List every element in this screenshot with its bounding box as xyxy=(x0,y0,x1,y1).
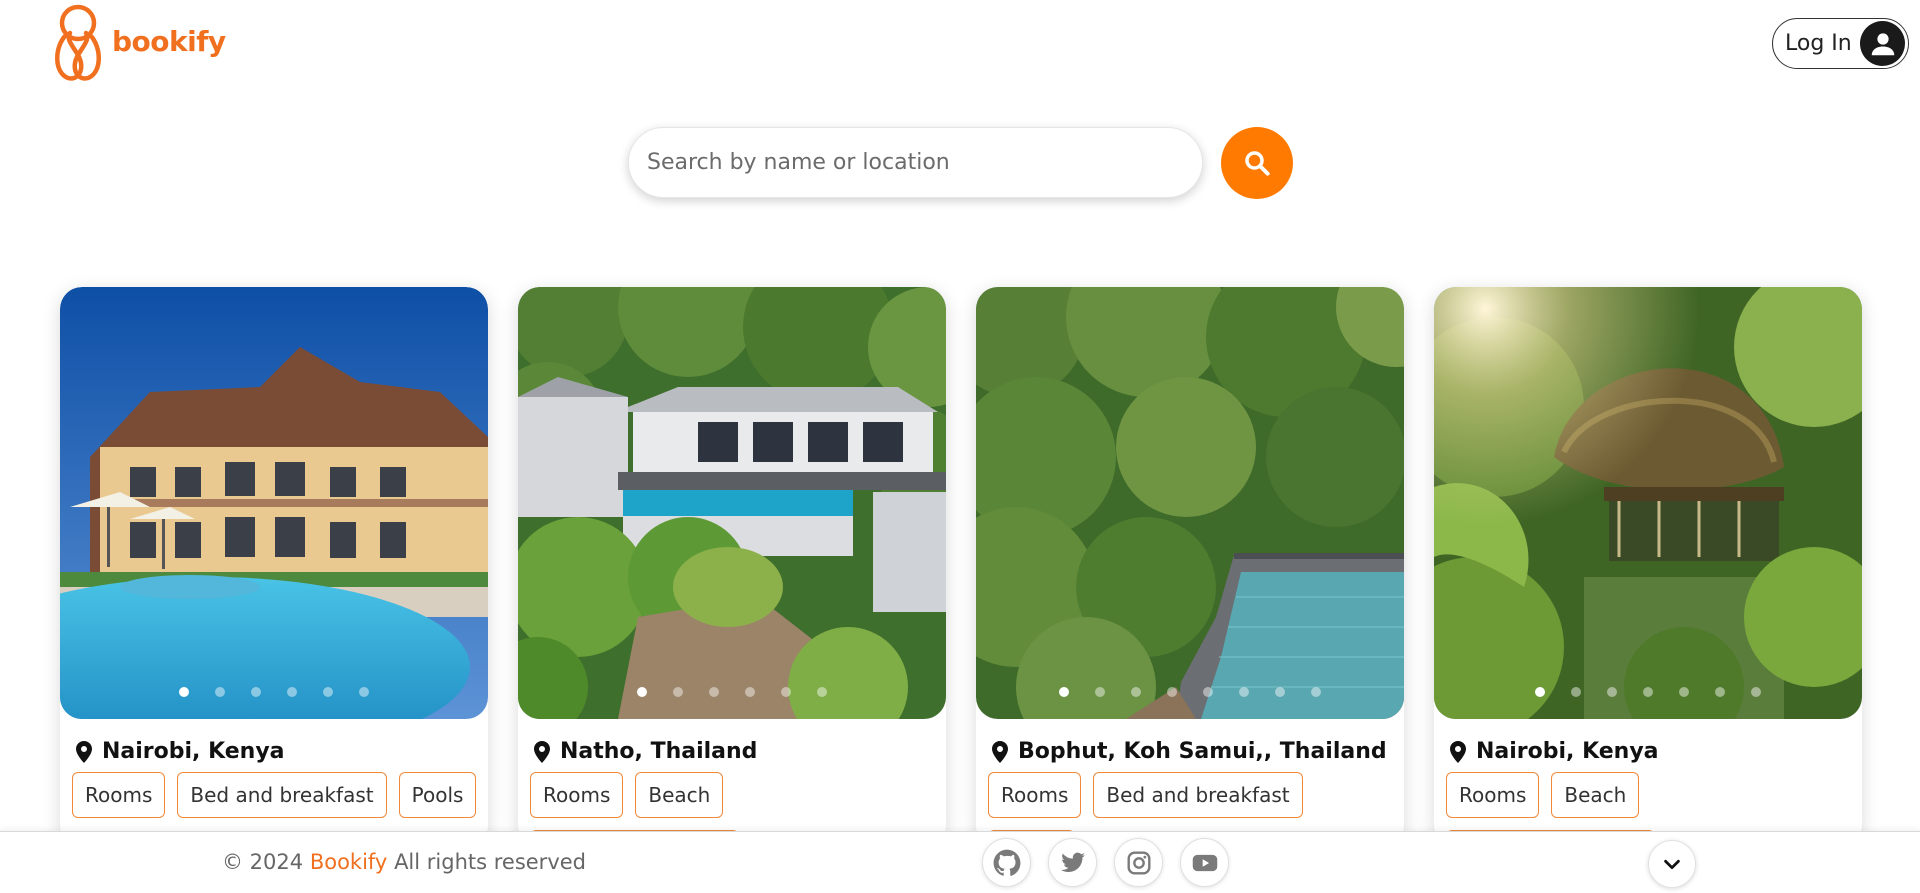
instagram-link[interactable] xyxy=(1114,838,1163,887)
brand-name: bookify xyxy=(112,24,226,58)
amenity-tag[interactable]: Rooms xyxy=(988,772,1082,818)
amenity-tag[interactable]: Rooms xyxy=(530,772,624,818)
location-text: Nairobi, Kenya xyxy=(102,739,285,764)
listing-image-carousel[interactable] xyxy=(976,287,1404,719)
carousel-dot[interactable] xyxy=(1751,687,1761,697)
carousel-dot[interactable] xyxy=(1239,687,1249,697)
location-pin-icon xyxy=(992,740,1008,763)
youtube-icon xyxy=(1192,854,1217,871)
copyright-year: © 2024 xyxy=(222,850,304,874)
chevron-down-icon xyxy=(1664,859,1680,870)
login-label: Log In xyxy=(1785,31,1852,56)
carousel-dot[interactable] xyxy=(215,687,225,697)
carousel-dot[interactable] xyxy=(1203,687,1213,697)
carousel-dot[interactable] xyxy=(1607,687,1617,697)
listing-cards: Nairobi, Kenya Rooms Bed and breakfast Poo… xyxy=(60,287,1862,847)
social-links xyxy=(982,838,1229,887)
carousel-dots xyxy=(60,687,488,697)
amenity-tag[interactable]: Bed and breakfast xyxy=(177,772,387,818)
carousel-dot[interactable] xyxy=(637,687,647,697)
twitter-link[interactable] xyxy=(1048,838,1097,887)
copyright-text: All rights reserved xyxy=(394,850,586,874)
bookify-logo-icon xyxy=(55,4,101,81)
listing-photo xyxy=(518,287,946,719)
location-pin-icon xyxy=(1450,740,1466,763)
carousel-dot[interactable] xyxy=(745,687,755,697)
search-input[interactable] xyxy=(647,150,1202,175)
carousel-dot[interactable] xyxy=(673,687,683,697)
carousel-dot[interactable] xyxy=(1311,687,1321,697)
carousel-dot[interactable] xyxy=(1095,687,1105,697)
carousel-dots xyxy=(1434,687,1862,697)
carousel-dot[interactable] xyxy=(359,687,369,697)
location-text: Bophut, Koh Samui,, Thailand xyxy=(1018,739,1387,764)
carousel-dot[interactable] xyxy=(1535,687,1545,697)
carousel-dot[interactable] xyxy=(1643,687,1653,697)
listing-location: Nairobi, Kenya xyxy=(76,739,285,764)
copyright-brand-link[interactable]: Bookify xyxy=(310,850,388,874)
carousel-dot[interactable] xyxy=(1131,687,1141,697)
amenity-tag[interactable]: Beach xyxy=(635,772,724,818)
carousel-dot[interactable] xyxy=(323,687,333,697)
user-icon xyxy=(1860,21,1905,66)
listing-photo xyxy=(976,287,1404,719)
amenity-tag[interactable]: Rooms xyxy=(1446,772,1540,818)
search-icon xyxy=(1245,151,1270,176)
listing-location: Nairobi, Kenya xyxy=(1450,739,1659,764)
carousel-dot[interactable] xyxy=(1715,687,1725,697)
carousel-dots xyxy=(518,687,946,697)
carousel-dot[interactable] xyxy=(1275,687,1285,697)
listing-location: Natho, Thailand xyxy=(534,739,757,764)
amenity-tag[interactable]: Pools xyxy=(398,772,477,818)
amenity-tag[interactable]: Bed and breakfast xyxy=(1093,772,1303,818)
listing-card[interactable]: Nairobi, Kenya Rooms Bed and breakfast Poo… xyxy=(60,287,488,847)
search-button[interactable] xyxy=(1221,127,1293,199)
twitter-icon xyxy=(1060,852,1085,872)
carousel-dots xyxy=(976,687,1404,697)
youtube-link[interactable] xyxy=(1180,838,1229,887)
carousel-dot[interactable] xyxy=(817,687,827,697)
carousel-dot[interactable] xyxy=(781,687,791,697)
amenity-tag[interactable]: Beach xyxy=(1551,772,1640,818)
instagram-icon xyxy=(1127,851,1150,874)
listing-image-carousel[interactable] xyxy=(60,287,488,719)
listing-location: Bophut, Koh Samui,, Thailand xyxy=(992,739,1387,764)
listing-card[interactable]: Natho, Thailand RoomsBeachBed and breakf… xyxy=(518,287,946,847)
listing-card[interactable]: Bophut, Koh Samui,, Thailand Rooms Bed an… xyxy=(976,287,1404,847)
amenity-tag[interactable]: Rooms xyxy=(72,772,166,818)
footer: © 2024 Bookify All rights reserved xyxy=(0,831,1920,893)
login-button[interactable]: Log In xyxy=(1772,18,1909,69)
carousel-dot[interactable] xyxy=(709,687,719,697)
carousel-dot[interactable] xyxy=(1571,687,1581,697)
search-bar xyxy=(628,127,1203,198)
scroll-down-button[interactable] xyxy=(1648,840,1696,888)
carousel-dot[interactable] xyxy=(179,687,189,697)
listing-photo xyxy=(1434,287,1862,719)
location-pin-icon xyxy=(534,740,550,763)
github-icon xyxy=(993,849,1020,876)
carousel-dot[interactable] xyxy=(1679,687,1689,697)
logo[interactable]: bookify xyxy=(52,3,226,83)
listing-card[interactable]: Nairobi, Kenya RoomsBeachBed and breakfa… xyxy=(1434,287,1862,847)
listing-photo xyxy=(60,287,488,719)
carousel-dot[interactable] xyxy=(1167,687,1177,697)
location-text: Nairobi, Kenya xyxy=(1476,739,1659,764)
location-text: Natho, Thailand xyxy=(560,739,758,764)
listing-image-carousel[interactable] xyxy=(1434,287,1862,719)
location-pin-icon xyxy=(76,740,92,763)
copyright: © 2024 Bookify All rights reserved xyxy=(222,850,586,874)
listing-image-carousel[interactable] xyxy=(518,287,946,719)
carousel-dot[interactable] xyxy=(287,687,297,697)
carousel-dot[interactable] xyxy=(1059,687,1069,697)
github-link[interactable] xyxy=(982,838,1031,887)
carousel-dot[interactable] xyxy=(251,687,261,697)
amenity-tags: Rooms Bed and breakfast Pools xyxy=(72,772,482,818)
